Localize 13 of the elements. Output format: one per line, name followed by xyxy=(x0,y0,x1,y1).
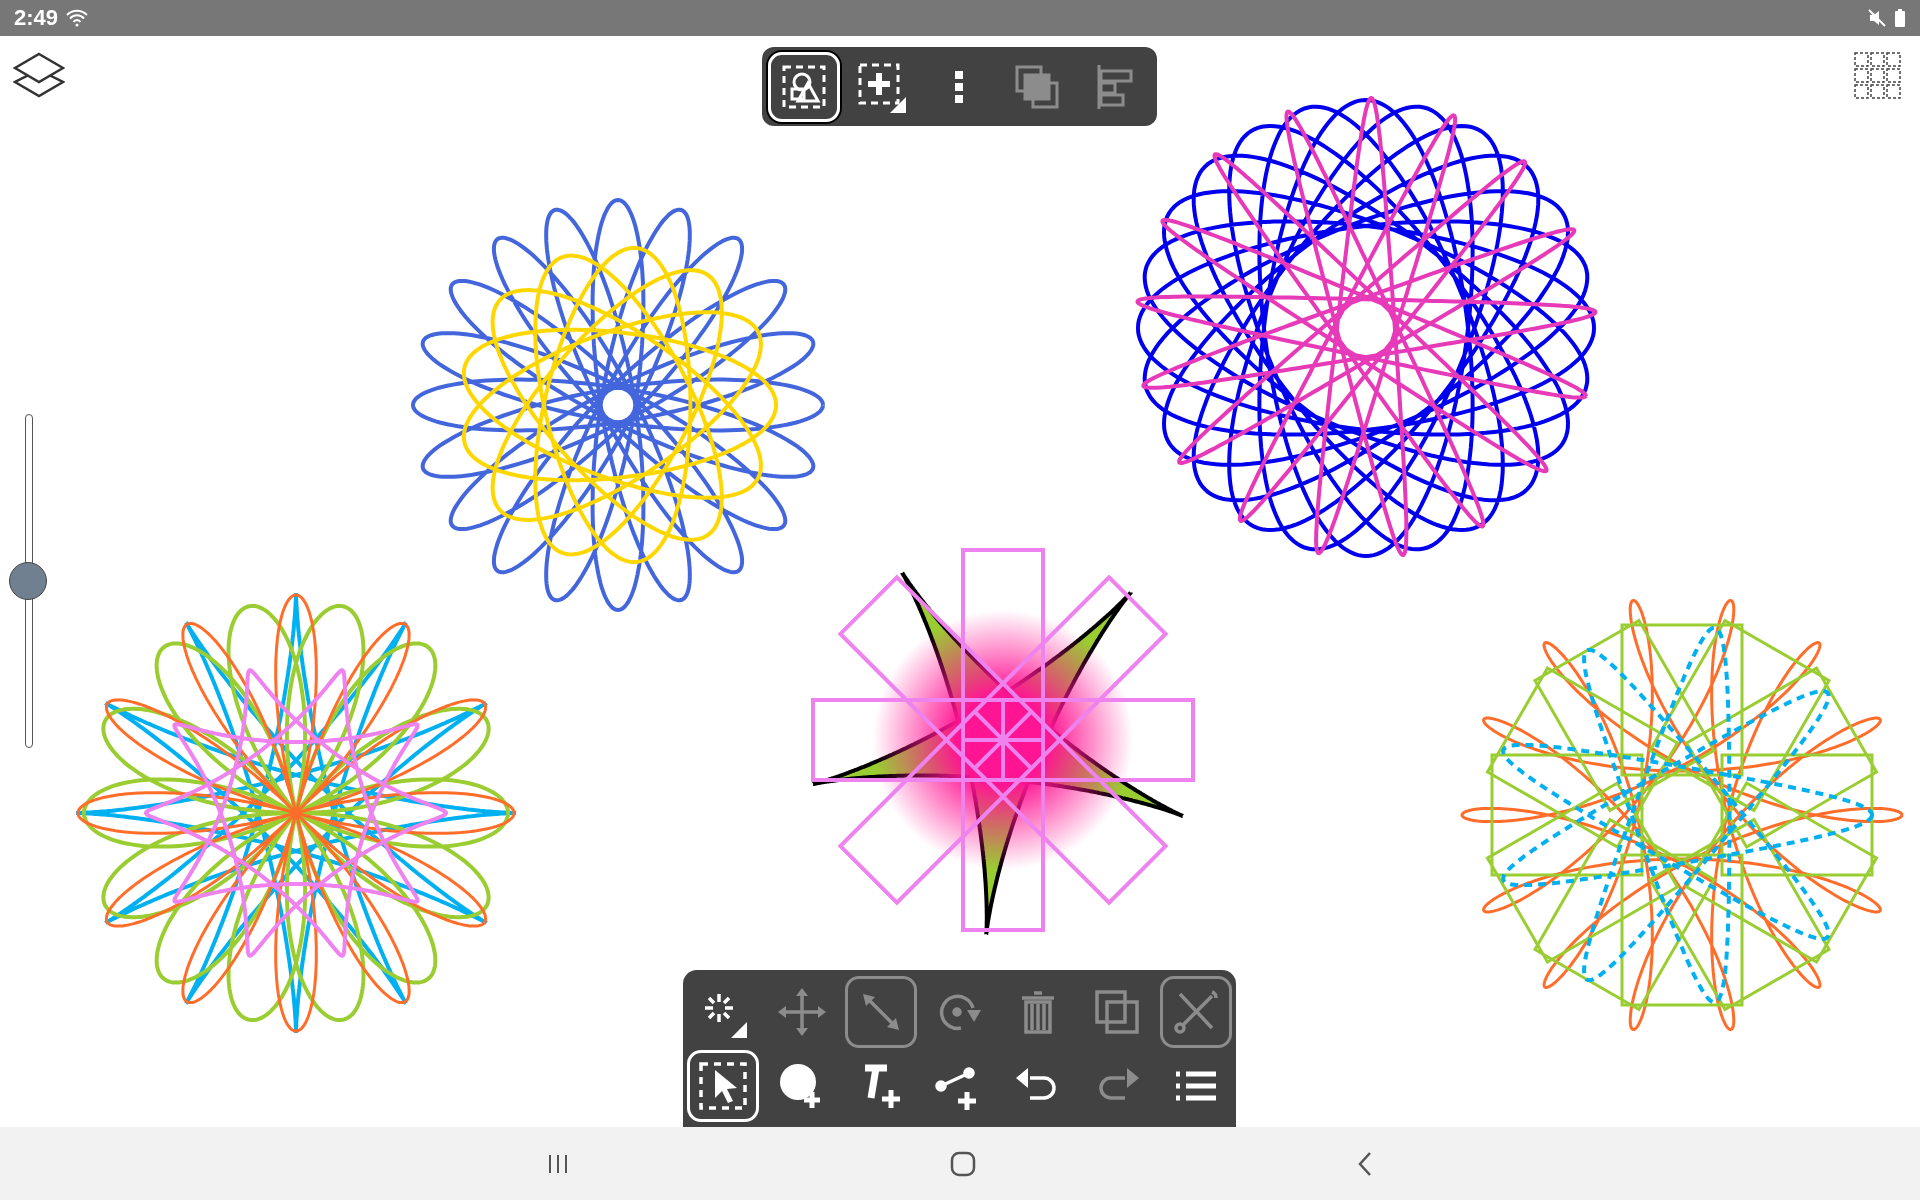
battery-icon xyxy=(1894,9,1906,27)
grid-icon[interactable] xyxy=(1853,51,1903,101)
slider-thumb[interactable] xyxy=(9,562,47,600)
recents-icon[interactable] xyxy=(546,1152,570,1175)
shape-select-button[interactable] xyxy=(768,51,840,122)
more-icon xyxy=(955,70,964,103)
mute-icon xyxy=(1868,9,1886,27)
clock-time: 2:49 xyxy=(14,5,59,31)
select-button[interactable] xyxy=(687,1050,759,1122)
home-icon[interactable] xyxy=(950,1150,976,1177)
zoom-slider[interactable] xyxy=(12,414,46,748)
wifi-icon xyxy=(66,9,89,27)
back-icon[interactable] xyxy=(1356,1150,1374,1177)
